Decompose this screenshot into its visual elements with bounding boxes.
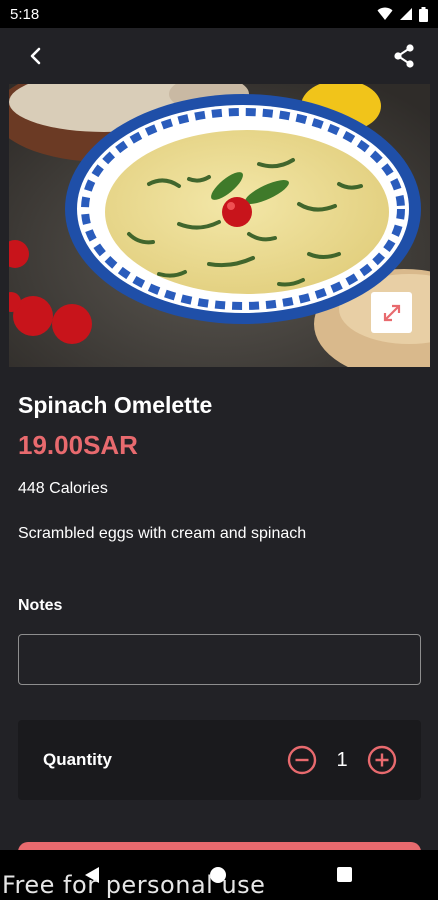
quantity-label: Quantity bbox=[43, 750, 112, 769]
back-button[interactable] bbox=[20, 40, 52, 72]
watermark-text: Free for personal use bbox=[2, 871, 266, 899]
product-image[interactable] bbox=[9, 84, 430, 367]
share-icon bbox=[394, 44, 414, 68]
wifi-icon bbox=[377, 7, 393, 20]
notes-input[interactable] bbox=[18, 634, 421, 685]
nav-recents-icon[interactable] bbox=[337, 867, 352, 882]
product-calories: 448 Calories bbox=[18, 480, 108, 497]
status-time: 5:18 bbox=[10, 5, 40, 23]
signal-icon bbox=[400, 8, 412, 20]
status-bar: 5:18 bbox=[0, 0, 438, 28]
notes-label: Notes bbox=[18, 597, 63, 614]
expand-image-button[interactable] bbox=[371, 292, 412, 333]
product-price: 19.00SAR bbox=[18, 430, 138, 460]
battery-icon bbox=[419, 6, 428, 22]
status-icons bbox=[377, 6, 428, 22]
quantity-card: Quantity 1 bbox=[18, 720, 421, 800]
plus-icon[interactable] bbox=[367, 745, 397, 775]
quantity-value: 1 bbox=[336, 748, 348, 771]
product-title: Spinach Omelette bbox=[18, 392, 213, 418]
expand-icon bbox=[383, 304, 400, 321]
share-button[interactable] bbox=[388, 40, 420, 72]
omelette-photo bbox=[9, 84, 430, 367]
back-arrow-icon bbox=[30, 47, 41, 65]
quantity-stepper: 1 bbox=[287, 745, 397, 775]
app-bar bbox=[0, 28, 438, 84]
product-description: Scrambled eggs with cream and spinach bbox=[18, 525, 307, 542]
minus-icon[interactable] bbox=[287, 745, 317, 775]
